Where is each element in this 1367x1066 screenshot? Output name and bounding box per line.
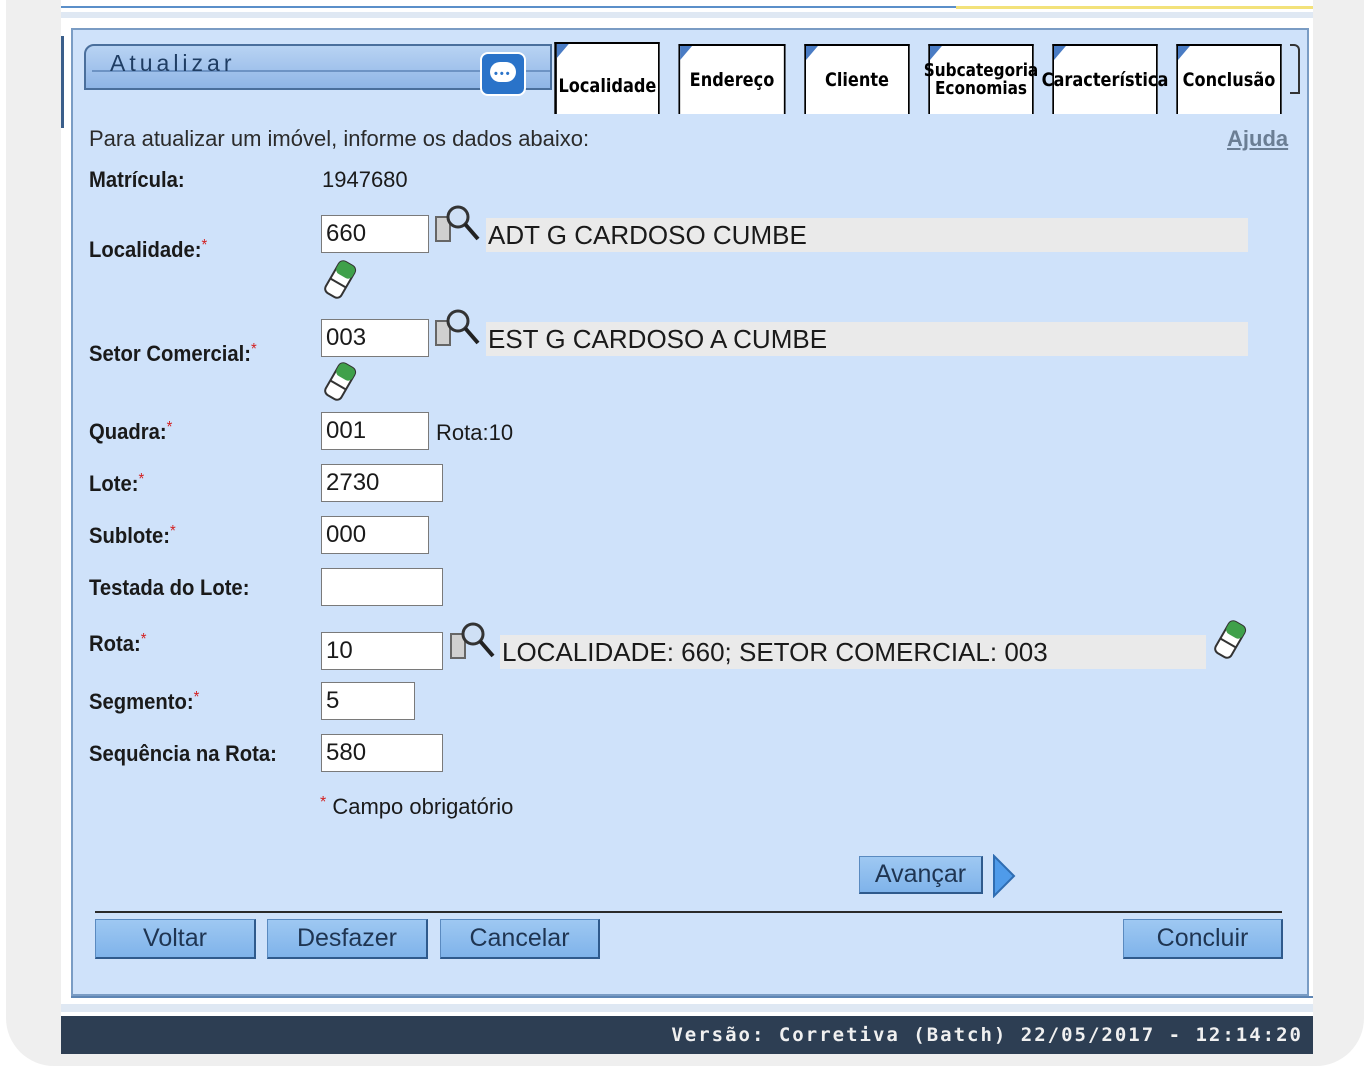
required-note-text: Campo obrigatório xyxy=(332,794,514,819)
required-mark: * xyxy=(140,631,147,648)
undo-button[interactable]: Desfazer xyxy=(267,919,428,959)
rota-input[interactable]: 10 xyxy=(321,632,443,670)
chat-icon[interactable]: ••• xyxy=(480,52,526,96)
label-text: Sublote: xyxy=(89,523,170,548)
label-text: Lote: xyxy=(89,471,139,496)
localidade-label: Localidade:* xyxy=(89,237,207,263)
eraser-icon[interactable] xyxy=(1213,620,1249,660)
matricula-label: Matrícula: xyxy=(89,167,185,192)
required-mark: * xyxy=(201,237,208,254)
required-mark: * xyxy=(166,419,173,436)
top-stripe xyxy=(61,6,956,8)
next-button[interactable]: Avançar xyxy=(859,856,983,894)
footer-top-band xyxy=(61,1004,1313,1012)
tab-conclusao[interactable]: Conclusão xyxy=(1176,44,1282,114)
lote-input[interactable]: 2730 xyxy=(321,464,443,502)
setor-label: Setor Comercial:* xyxy=(89,341,257,367)
finish-button[interactable]: Concluir xyxy=(1123,919,1283,959)
tab-bar-end xyxy=(1290,44,1300,94)
search-icon[interactable] xyxy=(434,307,480,349)
required-mark: * xyxy=(169,523,176,540)
tab-endereco[interactable]: Endereço xyxy=(678,44,786,114)
required-mark: * xyxy=(320,794,327,811)
chat-dots: ••• xyxy=(494,68,512,80)
quadra-input[interactable]: 001 xyxy=(321,412,429,450)
top-band xyxy=(61,12,1313,18)
tab-localidade[interactable]: Localidade xyxy=(554,42,660,114)
help-link[interactable]: Ajuda xyxy=(1227,126,1288,152)
search-icon[interactable] xyxy=(434,203,480,245)
tab-label: Característica xyxy=(1041,68,1169,91)
label-text: Quadra: xyxy=(89,419,167,444)
top-stripe-accent xyxy=(956,6,1313,9)
tab-label: Economias xyxy=(934,78,1028,99)
label-text: Localidade: xyxy=(89,237,202,262)
button-separator xyxy=(95,911,1282,913)
panel-bottom-line xyxy=(71,996,1313,998)
segmento-label: Segmento:* xyxy=(89,689,199,715)
testada-label: Testada do Lote: xyxy=(89,575,250,600)
required-mark: * xyxy=(250,341,257,358)
version-text: Versão: Corretiva (Batch) 22/05/2017 - 1… xyxy=(671,1024,1303,1046)
intro-text: Para atualizar um imóvel, informe os dad… xyxy=(89,126,590,151)
sublote-label: Sublote:* xyxy=(89,523,176,549)
form-panel xyxy=(71,28,1309,996)
tab-cliente[interactable]: Cliente xyxy=(804,44,910,114)
tab-label: Localidade xyxy=(558,74,657,97)
matricula-value: 1947680 xyxy=(322,167,408,192)
eraser-icon[interactable] xyxy=(323,260,359,300)
setor-description: EST G CARDOSO A CUMBE xyxy=(486,322,1248,356)
arrow-right-icon[interactable] xyxy=(992,854,1016,898)
rota-description: LOCALIDADE: 660; SETOR COMERCIAL: 003 xyxy=(500,635,1206,669)
label-text: Segmento: xyxy=(89,689,194,714)
label-text: Setor Comercial: xyxy=(89,341,251,366)
tab-label: Endereço xyxy=(689,68,775,91)
required-mark: * xyxy=(193,689,200,706)
quadra-label: Quadra:* xyxy=(89,419,172,445)
search-icon[interactable] xyxy=(449,620,495,662)
required-note: * Campo obrigatório xyxy=(320,794,513,820)
eraser-icon[interactable] xyxy=(323,362,359,402)
page-title: Atualizar xyxy=(110,50,236,76)
sequencia-input[interactable]: 580 xyxy=(321,734,443,772)
lote-label: Lote:* xyxy=(89,471,144,497)
quadra-rota-info: Rota:10 xyxy=(436,420,514,445)
segmento-input[interactable]: 5 xyxy=(321,682,415,720)
tab-label: Cliente xyxy=(824,68,890,91)
left-edge-mark xyxy=(61,36,68,128)
tab-caracteristica[interactable]: Característica xyxy=(1042,44,1168,114)
rota-label: Rota:* xyxy=(89,631,146,657)
cancel-button[interactable]: Cancelar xyxy=(440,919,600,959)
back-button[interactable]: Voltar xyxy=(95,919,256,959)
sequencia-label: Sequência na Rota: xyxy=(89,741,277,766)
testada-input[interactable] xyxy=(321,568,443,606)
label-text: Rota: xyxy=(89,631,141,656)
required-mark: * xyxy=(138,471,145,488)
version-footer: Versão: Corretiva (Batch) 22/05/2017 - 1… xyxy=(61,1016,1313,1054)
sublote-input[interactable]: 000 xyxy=(321,516,429,554)
localidade-input[interactable]: 660 xyxy=(321,215,429,253)
localidade-description: ADT G CARDOSO CUMBE xyxy=(486,218,1248,252)
tab-label: Conclusão xyxy=(1182,68,1276,91)
setor-input[interactable]: 003 xyxy=(321,319,429,357)
tab-subcategoria-economias[interactable]: Subcategoria Economias xyxy=(924,44,1038,114)
